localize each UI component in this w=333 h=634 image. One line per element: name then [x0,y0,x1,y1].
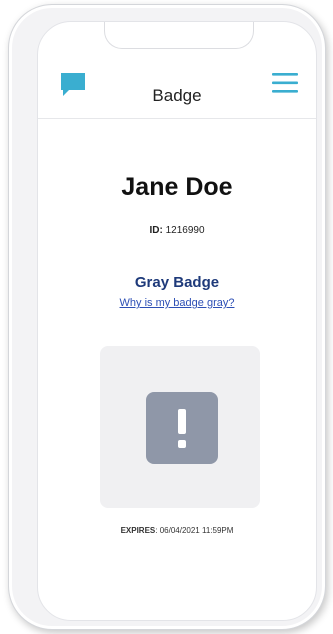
user-id: ID: 1216990 [38,224,316,238]
app-header: Badge [38,22,316,119]
user-id-value: 1216990 [165,225,205,236]
expires-label: EXPIRES [120,526,156,535]
phone-frame: Badge Jane Doe ID: 1216990 Gray Badge Wh… [8,4,326,630]
user-id-label: ID: [149,225,163,236]
badge-indicator [146,392,218,464]
badge-status: Gray Badge [134,274,220,291]
expires-value: : 06/04/2021 11:59PM [155,526,234,535]
hamburger-menu-icon[interactable] [270,70,300,96]
user-name: Jane Doe [121,173,233,201]
badge-card [100,346,260,508]
badge-expiry: EXPIRES: 06/04/2021 11:59PM [38,525,316,537]
phone-screen: Badge Jane Doe ID: 1216990 Gray Badge Wh… [37,21,317,621]
exclamation-icon [178,409,186,448]
badge-help-link[interactable]: Why is my badge gray? [38,296,316,310]
